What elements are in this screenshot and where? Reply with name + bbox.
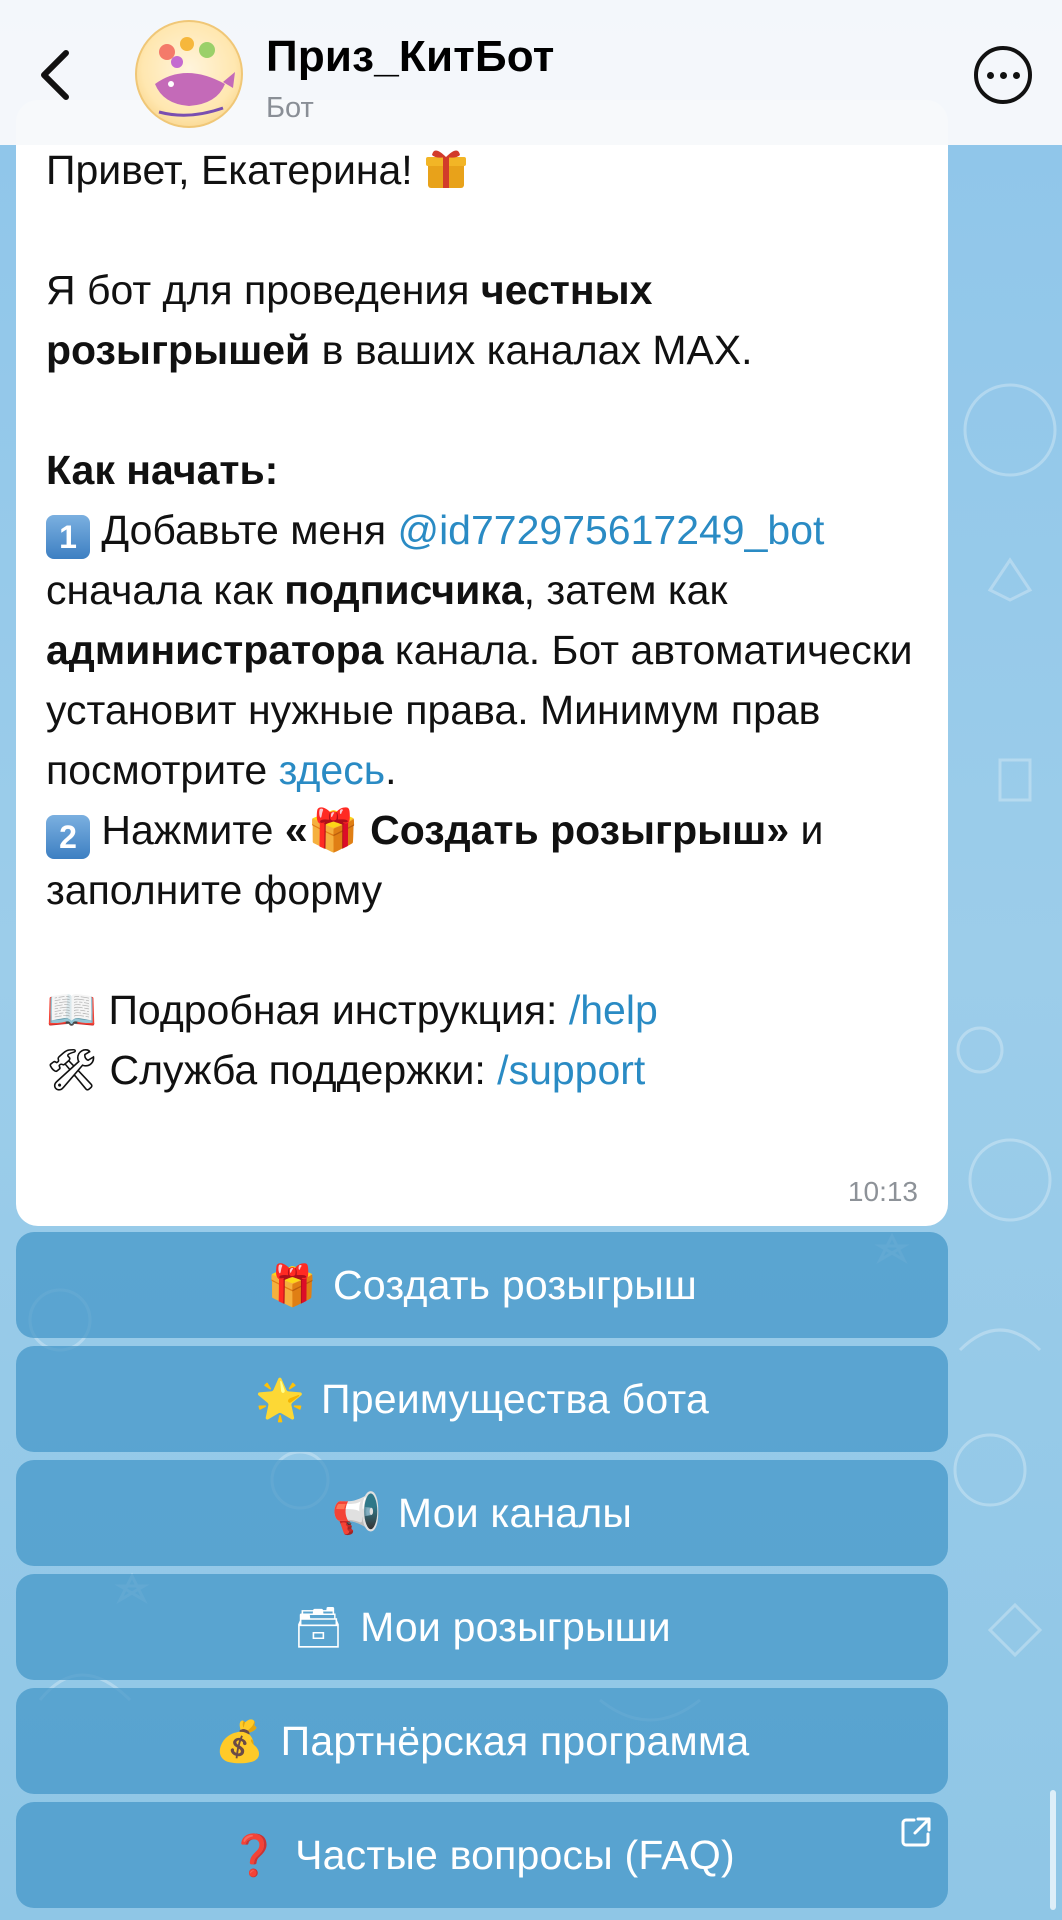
help-command-link[interactable]: /help	[569, 987, 658, 1033]
chat-header: Приз_КитБот Бот	[0, 0, 1062, 145]
my-giveaways-button[interactable]: 🗃 Мои розыгрыши	[16, 1574, 948, 1680]
keycap-two-icon: 2	[46, 815, 90, 859]
step1-pre: Добавьте меня	[90, 507, 398, 553]
external-link-icon	[901, 1817, 931, 1847]
button-label: Создать розыгрыш	[333, 1261, 697, 1308]
bot-username-link[interactable]: @id772975617249_bot	[397, 507, 824, 553]
message-bubble: Привет, Екатерина! Я бот для проведения …	[16, 100, 948, 1226]
here-link[interactable]: здесь	[279, 747, 385, 793]
keycap-one-icon: 1	[46, 515, 90, 559]
star-icon: 🌟	[255, 1377, 306, 1422]
chat-subtitle: Бот	[266, 92, 314, 124]
support-command-link[interactable]: /support	[497, 1047, 645, 1093]
tools-icon: 🛠	[46, 1047, 99, 1093]
button-label: Мои каналы	[397, 1489, 633, 1536]
card-box-icon: 🗃	[293, 1605, 345, 1650]
button-label: Частые вопросы (FAQ)	[295, 1831, 735, 1878]
gift-icon: 🎁	[267, 1263, 318, 1308]
my-channels-button[interactable]: 📢 Мои каналы	[16, 1460, 948, 1566]
money-bag-icon: 💰	[214, 1719, 265, 1764]
chat-title[interactable]: Приз_КитБот	[266, 32, 555, 82]
intro-pre: Я бот для проведения	[46, 267, 481, 313]
more-options-button[interactable]	[974, 46, 1032, 104]
support-label: Служба поддержки:	[98, 1047, 498, 1093]
step1-end: .	[385, 747, 397, 793]
bot-avatar[interactable]	[135, 20, 243, 128]
more-horizontal-icon	[986, 71, 994, 79]
button-label: Партнёрская программа	[280, 1717, 750, 1764]
bot-advantages-button[interactable]: 🌟 Преимущества бота	[16, 1346, 948, 1452]
how-start-heading: Как начать:	[46, 447, 279, 493]
intro-post: в ваших каналах MAX.	[310, 327, 753, 373]
button-label: Мои розыгрыши	[360, 1603, 671, 1650]
faq-button[interactable]: ❓ Частые вопросы (FAQ)	[16, 1802, 948, 1908]
step1-bold-admin: администратора	[46, 627, 384, 673]
step2-pre: Нажмите	[90, 807, 285, 853]
book-icon: 📖	[46, 987, 98, 1033]
create-giveaway-button[interactable]: 🎁 Создать розыгрыш	[16, 1232, 948, 1338]
more-dot	[999, 71, 1007, 79]
partner-program-button[interactable]: 💰 Партнёрская программа	[16, 1688, 948, 1794]
step2-bold: «🎁 Создать розыгрыш»	[284, 807, 790, 853]
message-text: Привет, Екатерина! Я бот для проведения …	[46, 140, 918, 1100]
help-label: Подробная инструкция:	[97, 987, 569, 1033]
back-button[interactable]	[30, 40, 82, 110]
greeting-text: Привет, Екатерина!	[46, 147, 425, 193]
scrollbar[interactable]	[1050, 1790, 1056, 1910]
button-label: Преимущества бота	[321, 1375, 709, 1422]
step1-bold-subscriber: подписчика	[284, 567, 524, 613]
step1-mid2: , затем как	[523, 567, 739, 613]
message-time: 10:13	[847, 1176, 918, 1207]
gift-icon	[426, 150, 467, 188]
megaphone-icon: 📢	[331, 1491, 382, 1536]
whale-logo-icon	[155, 37, 235, 117]
chevron-left-icon	[41, 50, 69, 100]
question-mark-icon: ❓	[229, 1833, 280, 1878]
more-dot	[1012, 71, 1020, 79]
